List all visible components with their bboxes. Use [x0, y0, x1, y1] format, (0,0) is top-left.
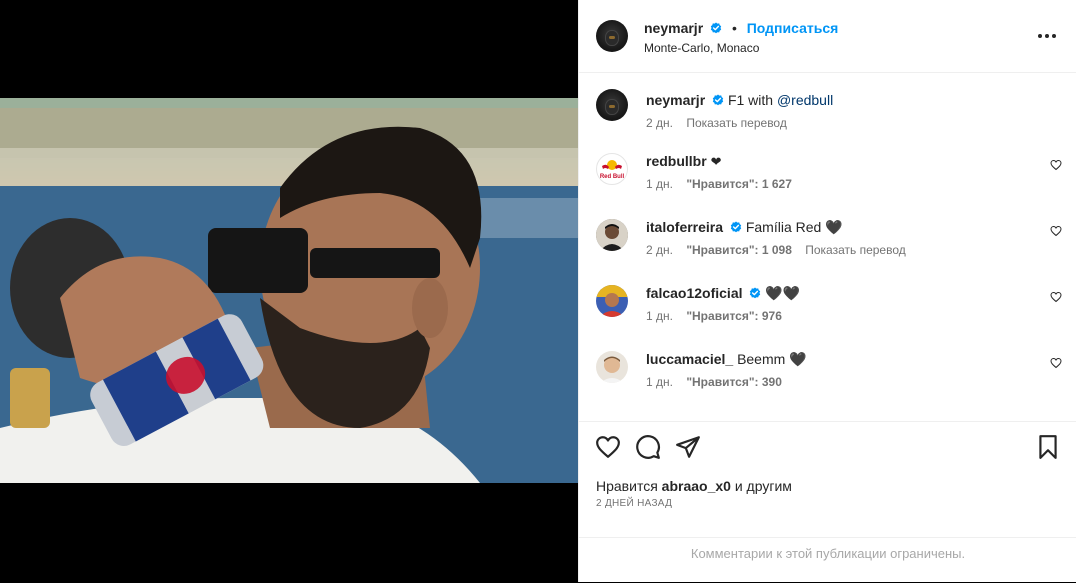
comment-body: Família Red 🖤 [745, 219, 843, 235]
comment-body: ❤ [710, 154, 722, 169]
profile-photo-icon [596, 285, 628, 317]
comment-username[interactable]: luccamaciel_ [646, 351, 733, 367]
comment-like-heart-icon[interactable] [1050, 291, 1062, 303]
verified-badge-icon [730, 221, 742, 233]
commenter-avatar[interactable] [596, 219, 628, 251]
comment-text: redbullbr ❤ [646, 153, 721, 170]
comment-time[interactable]: 1 дн. [646, 309, 673, 323]
caption-body: F1 with [727, 92, 777, 108]
comment-like-heart-icon[interactable] [1050, 357, 1062, 369]
comment-meta: 2 дн. "Нравится": 1 098 Показать перевод [646, 243, 916, 257]
likes-user[interactable]: abraao_x0 [662, 478, 731, 494]
post-photo[interactable] [0, 98, 578, 483]
comments-restricted-notice: Комментарии к этой публикации ограничены… [579, 537, 1076, 583]
comment-body: 🖤🖤 [765, 285, 801, 301]
verified-badge-icon [750, 287, 761, 299]
comment-meta: 1 дн. "Нравится": 976 [646, 309, 792, 323]
comments-list: neymarjr F1 with @redbull 2 дн. Показать… [579, 73, 1076, 420]
comment-meta: 1 дн. "Нравится": 1 627 [646, 177, 802, 191]
comment-body: Beemm 🖤 [737, 351, 807, 367]
follow-button[interactable]: Подписаться [747, 20, 839, 36]
comment-text: italoferreira Família Red 🖤 [646, 219, 843, 236]
post-header: neymarjr • Подписаться Monte-Carlo, Mona… [579, 0, 1076, 73]
likes-summary: Нравится abraao_x0 и другим [596, 478, 792, 494]
caption-time[interactable]: 2 дн. [646, 116, 673, 130]
likes-suffix[interactable]: и другим [735, 478, 792, 494]
commenter-avatar[interactable]: Red Bull [596, 153, 628, 185]
post-media [0, 0, 578, 582]
caption-text: neymarjr F1 with @redbull [646, 92, 833, 108]
header-separator: • [731, 20, 737, 36]
comment-meta: 1 дн. "Нравится": 390 [646, 375, 792, 389]
comment-translate[interactable]: Показать перевод [805, 243, 906, 257]
comment-icon[interactable] [635, 434, 661, 460]
comment-username[interactable]: redbullbr [646, 153, 707, 169]
comment-time[interactable]: 1 дн. [646, 177, 673, 191]
comment-likes[interactable]: "Нравится": 976 [686, 309, 782, 323]
caption-mention[interactable]: @redbull [777, 92, 833, 108]
post-side-panel: neymarjr • Подписаться Monte-Carlo, Mona… [578, 0, 1076, 582]
comment-username[interactable]: italoferreira [646, 219, 723, 235]
post-actions: Нравится abraao_x0 и другим 2 ДНЕЙ НАЗАД [579, 421, 1076, 538]
comment-item: luccamaciel_ Beemm 🖤 1 дн. "Нравится": 3… [579, 351, 1076, 401]
author-line: neymarjr • Подписаться [644, 20, 838, 36]
profile-photo-icon [596, 351, 628, 383]
more-options-icon[interactable] [1035, 28, 1059, 44]
caption-meta: 2 дн. Показать перевод [646, 116, 797, 130]
comment-time[interactable]: 1 дн. [646, 375, 673, 389]
photo-illustration [0, 98, 578, 483]
likes-prefix: Нравится [596, 478, 658, 494]
caption-translate[interactable]: Показать перевод [686, 116, 787, 130]
comment-text: luccamaciel_ Beemm 🖤 [646, 351, 807, 368]
author-username[interactable]: neymarjr [644, 20, 703, 36]
comment-like-heart-icon[interactable] [1050, 225, 1062, 237]
post-date[interactable]: 2 ДНЕЙ НАЗАД [596, 498, 672, 509]
verified-badge-icon [712, 94, 724, 106]
comment-likes[interactable]: "Нравится": 1 098 [686, 243, 792, 257]
author-avatar[interactable] [596, 20, 628, 52]
commenter-avatar[interactable] [596, 351, 628, 383]
caption-avatar[interactable] [596, 89, 628, 121]
commenter-avatar[interactable] [596, 285, 628, 317]
heart-icon[interactable] [595, 434, 621, 460]
comment-likes[interactable]: "Нравится": 1 627 [686, 177, 792, 191]
svg-text:Red Bull: Red Bull [600, 174, 625, 180]
caption-row: neymarjr F1 with @redbull 2 дн. Показать… [579, 89, 1076, 139]
comment-time[interactable]: 2 дн. [646, 243, 673, 257]
comment-item: italoferreira Família Red 🖤 2 дн. "Нрави… [579, 219, 1076, 269]
verified-badge-icon [710, 22, 722, 34]
comment-username[interactable]: falcao12oficial [646, 285, 743, 301]
send-icon[interactable] [675, 434, 701, 460]
post-location[interactable]: Monte-Carlo, Monaco [644, 41, 759, 55]
comment-like-heart-icon[interactable] [1050, 159, 1062, 171]
comment-text: falcao12oficial 🖤🖤 [646, 285, 800, 302]
caption-username[interactable]: neymarjr [646, 92, 705, 108]
comment-item: falcao12oficial 🖤🖤 1 дн. "Нравится": 976 [579, 285, 1076, 335]
comment-likes[interactable]: "Нравится": 390 [686, 375, 782, 389]
comment-item: Red Bull redbullbr ❤ 1 дн. "Нравится": 1… [579, 153, 1076, 203]
bookmark-icon[interactable] [1035, 434, 1061, 460]
redbull-logo-icon: Red Bull [600, 160, 625, 180]
profile-photo-icon [596, 219, 628, 251]
